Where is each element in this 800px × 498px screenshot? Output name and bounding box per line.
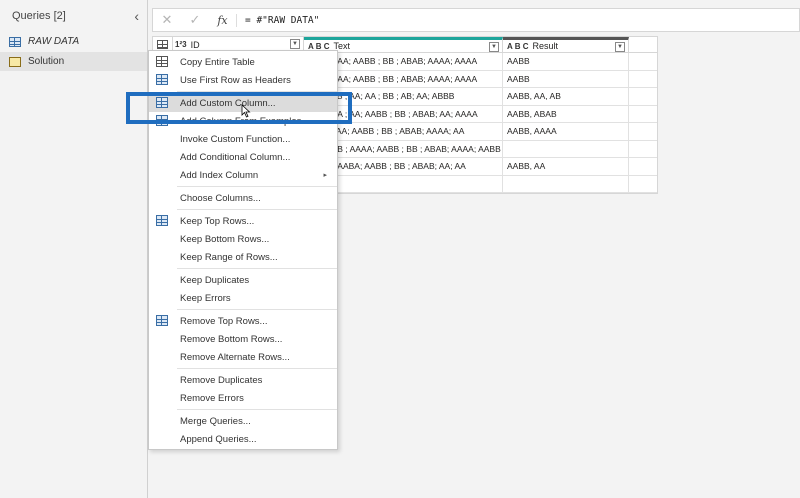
menu-separator	[177, 309, 337, 310]
menu-item-label: Merge Queries...	[180, 415, 251, 427]
table-icon	[156, 115, 168, 126]
column-name: Result	[532, 41, 558, 51]
filter-dropdown-icon[interactable]: ▼	[489, 42, 499, 52]
cancel-formula-button[interactable]: ✕	[153, 12, 181, 28]
menu-item-add-index-column[interactable]: Add Index Column ▸	[149, 166, 337, 184]
menu-item-keep-errors[interactable]: Keep Errors	[149, 289, 337, 307]
fx-icon[interactable]: fx	[209, 13, 237, 27]
table-icon	[9, 56, 21, 67]
collapse-pane-icon[interactable]: ‹	[134, 8, 139, 24]
menu-item-choose-columns[interactable]: Choose Columns...	[149, 189, 337, 207]
query-item-solution[interactable]: Solution	[0, 52, 147, 71]
menu-separator	[177, 209, 337, 210]
filter-dropdown-icon[interactable]: ▼	[290, 39, 300, 49]
table-cell[interactable]	[503, 175, 629, 192]
menu-item-merge-queries[interactable]: Merge Queries...	[149, 412, 337, 430]
menu-item-label: Remove Top Rows...	[180, 315, 268, 327]
formula-input[interactable]: = #"RAW DATA"	[237, 15, 319, 26]
menu-item-keep-range-of-rows[interactable]: Keep Range of Rows...	[149, 248, 337, 266]
number-type-icon[interactable]: 1²3	[175, 40, 187, 49]
menu-item-keep-duplicates[interactable]: Keep Duplicates	[149, 271, 337, 289]
table-icon	[157, 40, 168, 49]
queries-header: Queries [2] ‹	[0, 0, 147, 32]
menu-item-label: Add Index Column	[180, 169, 259, 181]
submenu-arrow-icon: ▸	[323, 172, 327, 179]
table-icon	[156, 215, 168, 226]
menu-item-remove-top-rows[interactable]: Remove Top Rows...	[149, 312, 337, 330]
menu-item-remove-alternate-rows[interactable]: Remove Alternate Rows...	[149, 348, 337, 366]
query-item-raw-data[interactable]: RAW DATA	[0, 32, 147, 51]
menu-item-remove-bottom-rows[interactable]: Remove Bottom Rows...	[149, 330, 337, 348]
menu-item-append-queries[interactable]: Append Queries...	[149, 430, 337, 448]
menu-item-label: Keep Bottom Rows...	[180, 233, 270, 245]
menu-item-label: Remove Bottom Rows...	[180, 333, 283, 345]
queries-pane: Queries [2] ‹ RAW DATA Solution	[0, 0, 148, 498]
menu-item-label: Remove Errors	[180, 392, 244, 404]
mouse-cursor-icon	[241, 104, 251, 118]
text-type-icon[interactable]: A B C	[507, 42, 528, 51]
column-header-result[interactable]: A B C Result ▼	[503, 37, 629, 52]
table-cell[interactable]	[503, 140, 629, 157]
menu-item-label: Append Queries...	[180, 433, 257, 445]
menu-item-label: Keep Duplicates	[180, 274, 250, 286]
query-label: RAW DATA	[28, 36, 80, 47]
custom-column-icon	[156, 97, 168, 108]
confirm-formula-button[interactable]: ✓	[181, 12, 209, 28]
menu-separator	[177, 409, 337, 410]
table-cell[interactable]: AABB, AA	[503, 158, 629, 175]
queries-title: Queries [2]	[12, 10, 66, 22]
menu-item-label: Use First Row as Headers	[180, 74, 291, 86]
menu-item-label: Remove Duplicates	[180, 374, 263, 386]
menu-item-label: Keep Range of Rows...	[180, 251, 278, 263]
menu-item-remove-errors[interactable]: Remove Errors	[149, 389, 337, 407]
menu-item-label: Add Custom Column...	[180, 97, 276, 109]
copy-icon	[156, 56, 168, 67]
menu-item-label: Remove Alternate Rows...	[180, 351, 290, 363]
menu-item-keep-top-rows[interactable]: Keep Top Rows...	[149, 212, 337, 230]
table-cell[interactable]: AABB	[503, 70, 629, 87]
query-label: Solution	[28, 56, 65, 67]
menu-separator	[177, 268, 337, 269]
formula-bar: ✕ ✓ fx = #"RAW DATA"	[152, 8, 800, 32]
table-cell[interactable]: AABB	[503, 53, 629, 70]
table-cell[interactable]: AABB, AAAA	[503, 123, 629, 140]
menu-item-label: Choose Columns...	[180, 192, 261, 204]
menu-item-add-conditional-column[interactable]: Add Conditional Column...	[149, 148, 337, 166]
menu-separator	[177, 91, 337, 92]
menu-item-label: Keep Errors	[180, 292, 231, 304]
menu-separator	[177, 186, 337, 187]
table-icon	[156, 315, 168, 326]
menu-item-remove-duplicates[interactable]: Remove Duplicates	[149, 371, 337, 389]
menu-item-keep-bottom-rows[interactable]: Keep Bottom Rows...	[149, 230, 337, 248]
table-cell[interactable]: AABB, AA, AB	[503, 88, 629, 105]
menu-item-label: Add Conditional Column...	[180, 151, 291, 163]
menu-item-label: Keep Top Rows...	[180, 215, 255, 227]
menu-item-label: Invoke Custom Function...	[180, 133, 291, 145]
table-icon	[156, 74, 168, 85]
filter-dropdown-icon[interactable]: ▼	[615, 42, 625, 52]
menu-item-copy-entire-table[interactable]: Copy Entire Table	[149, 53, 337, 71]
table-icon	[9, 36, 21, 47]
menu-separator	[177, 368, 337, 369]
menu-item-use-first-row-as-headers[interactable]: Use First Row as Headers	[149, 71, 337, 89]
menu-item-label: Copy Entire Table	[180, 56, 255, 68]
table-cell[interactable]: AABB, ABAB	[503, 105, 629, 122]
column-name: ID	[190, 39, 200, 50]
menu-item-invoke-custom-function[interactable]: Invoke Custom Function...	[149, 130, 337, 148]
